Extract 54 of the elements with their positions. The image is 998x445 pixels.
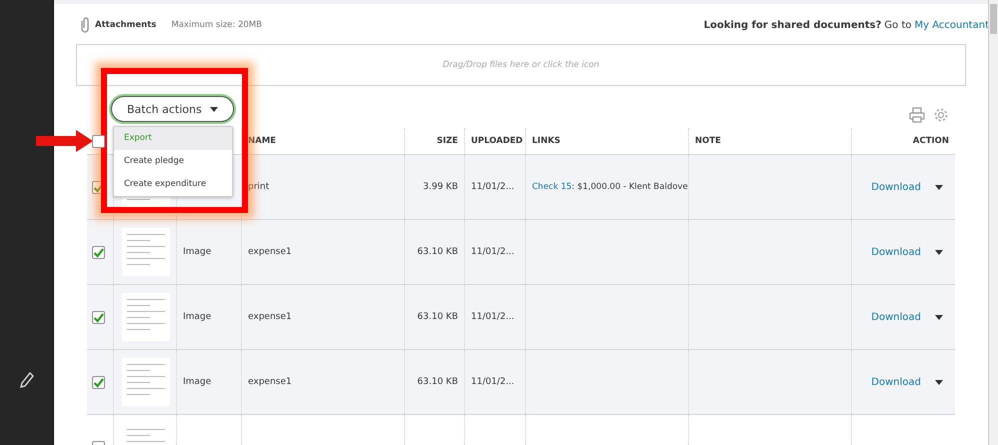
table-cell: 11/01/2... [471,247,514,257]
caret-icon[interactable] [935,380,943,384]
go-to-label: Go to [884,20,912,30]
table-cell: print [248,182,270,192]
checkbox[interactable] [92,376,105,388]
column-header: SIZE [436,136,458,146]
link-description: : $1,000.00 - Klent Baldove [572,182,688,192]
batch-actions-button[interactable]: Batch actions [111,96,234,122]
table-cell: Image [183,312,212,322]
caret-icon[interactable] [935,314,943,320]
pencil-icon[interactable] [18,370,34,389]
column-header: UPLOADED [471,136,523,146]
table-cell: expense1 [248,377,292,387]
table-cell: 3.99 KB [423,182,458,192]
menu-item[interactable]: Export [114,127,232,150]
column-header: LINKS [532,136,560,146]
download-link[interactable]: Download [871,312,921,322]
table-cell: expense1 [248,312,292,322]
table-cell: 63.10 KB [417,377,458,387]
caret-icon[interactable] [935,250,943,254]
my-accountant-link[interactable]: My Accountant [914,20,989,30]
section-title: Attachments [95,20,156,30]
checkbox[interactable] [92,310,105,324]
column-header: NAME [248,136,276,146]
table-cell: 11/01/2... [471,182,514,192]
column-header: ACTION [912,136,949,146]
table-cell: 63.10 KB [417,312,458,322]
settings-icon[interactable] [933,107,949,123]
max-size-label: Maximum size: 20MB [171,20,262,30]
menu-item[interactable]: Create pledge [114,150,232,173]
menu-item[interactable]: Create expenditure [114,173,232,196]
check-link[interactable]: Check 15 [532,182,572,192]
document-thumbnail[interactable] [122,358,170,406]
column-header: NOTE [695,136,721,146]
drop-zone-hint: Drag/Drop files here or click the icon [442,60,600,70]
download-link[interactable]: Download [871,182,921,192]
table-cell: Image [183,247,212,257]
document-thumbnail[interactable] [122,228,170,276]
table-cell: expense1 [248,247,292,257]
checkbox[interactable] [92,246,105,258]
checkbox[interactable] [92,134,105,148]
caret-icon[interactable] [935,184,943,190]
print-icon[interactable] [909,107,925,123]
caret-icon [210,106,218,112]
download-link[interactable]: Download [871,246,921,258]
scrollbar[interactable] [988,0,998,445]
table-cell: Image [183,377,212,387]
download-link[interactable]: Download [871,376,921,388]
shared-documents-prompt: Looking for shared documents? [704,20,882,30]
table-cell: 63.10 KB [417,247,458,257]
drop-zone[interactable]: Drag/Drop files here or click the icon [76,44,966,86]
table-cell: 11/01/2... [471,312,514,322]
document-thumbnail[interactable] [122,293,170,341]
table-cell: 11/01/2... [471,377,514,387]
